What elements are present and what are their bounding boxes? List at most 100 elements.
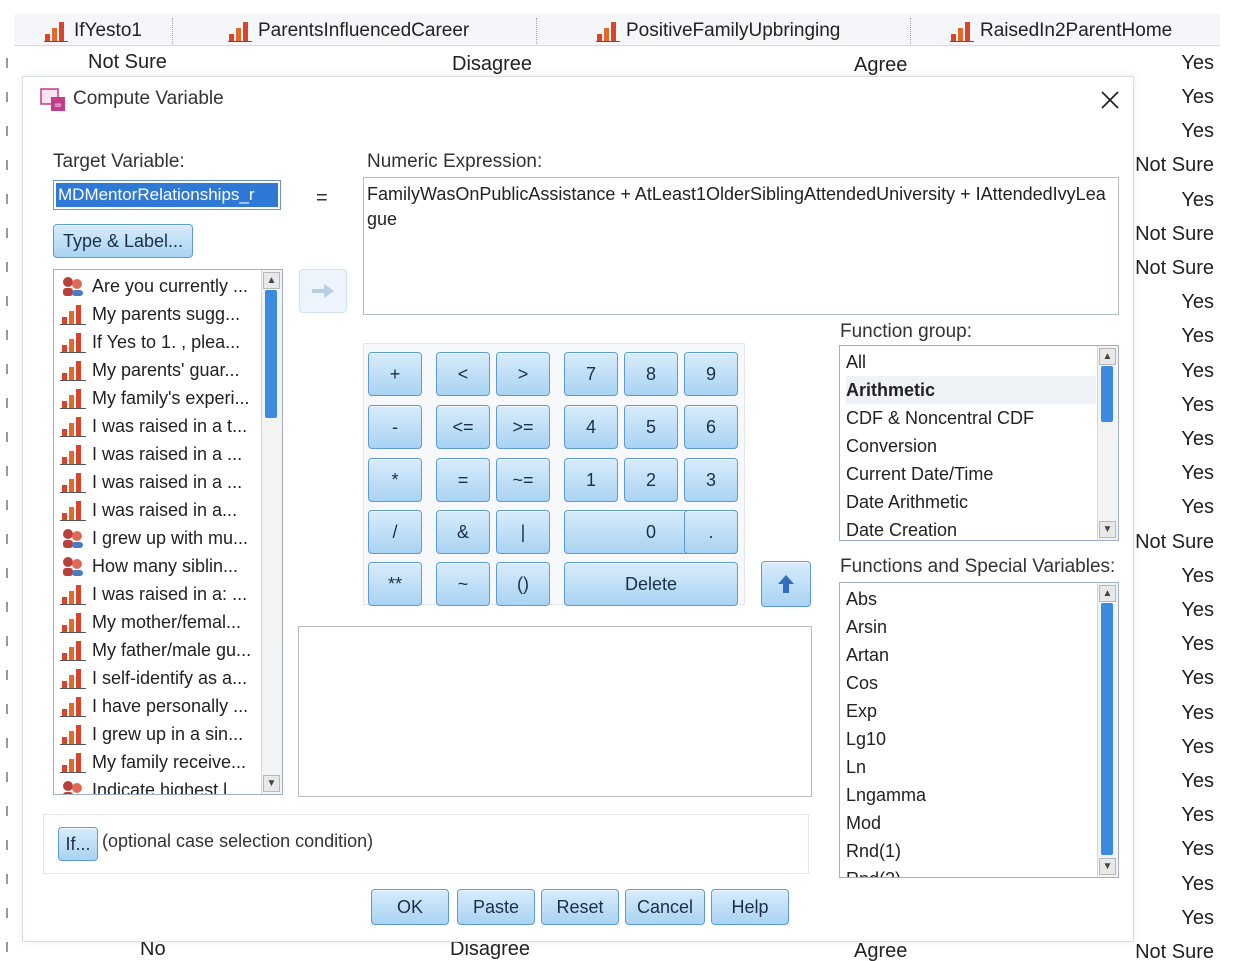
data-cell[interactable]: Agree (854, 54, 907, 77)
numeric-expression-textarea[interactable]: FamilyWasOnPublicAssistance + AtLeast1Ol… (363, 177, 1119, 315)
data-cell[interactable]: Not Sure (1135, 941, 1214, 961)
function-group-item[interactable]: Current Date/Time (846, 460, 1096, 488)
insert-function-button[interactable] (761, 561, 811, 607)
key-not-equal-button[interactable]: ~= (496, 458, 550, 502)
function-item[interactable]: Exp (846, 697, 1096, 725)
data-cell[interactable]: Yes (1181, 325, 1214, 348)
data-cell[interactable]: Yes (1181, 838, 1214, 861)
scroll-up-icon[interactable]: ▲ (1099, 348, 1116, 365)
variable-list-item[interactable]: I was raised in a t... (60, 412, 256, 440)
ok-button[interactable]: OK (371, 889, 449, 925)
variable-list-item[interactable]: I was raised in a ... (60, 468, 256, 496)
variable-list-item[interactable]: If Yes to 1. , plea... (60, 328, 256, 356)
function-group-list[interactable]: All Arithmetic CDF & Noncentral CDF Convers… (839, 345, 1119, 541)
key-power-button[interactable]: ** (368, 562, 422, 606)
variable-list-item[interactable]: I grew up in a sin... (60, 720, 256, 748)
data-cell[interactable]: Yes (1181, 599, 1214, 622)
function-item[interactable]: Arsin (846, 613, 1096, 641)
scroll-down-icon[interactable]: ▼ (1099, 858, 1116, 875)
variable-list-item[interactable]: I was raised in a... (60, 496, 256, 524)
function-group-item[interactable]: CDF & Noncentral CDF (846, 404, 1096, 432)
data-cell[interactable]: Yes (1181, 667, 1214, 690)
data-cell[interactable]: Yes (1181, 189, 1214, 212)
function-item[interactable]: Rnd(1) (846, 837, 1096, 865)
scroll-down-icon[interactable]: ▼ (263, 775, 280, 792)
data-cell[interactable]: Yes (1181, 394, 1214, 417)
variable-list-item[interactable]: I was raised in a ... (60, 440, 256, 468)
function-group-item[interactable]: Arithmetic (846, 376, 1096, 404)
data-cell[interactable]: Yes (1181, 770, 1214, 793)
variable-list-item[interactable]: My family's experi... (60, 384, 256, 412)
function-group-item[interactable]: Conversion (846, 432, 1096, 460)
key-5-button[interactable]: 5 (624, 405, 678, 449)
key-delete-button[interactable]: Delete (564, 562, 738, 606)
data-cell[interactable]: Not Sure (1135, 531, 1214, 554)
function-item[interactable]: Rnd(2) (846, 865, 1096, 878)
data-cell[interactable]: Yes (1181, 462, 1214, 485)
data-cell[interactable]: Yes (1181, 52, 1214, 75)
data-cell[interactable]: Yes (1181, 633, 1214, 656)
scrollbar-thumb[interactable] (1101, 366, 1113, 422)
function-group-item[interactable]: Date Creation (846, 516, 1096, 540)
data-cell[interactable]: Yes (1181, 907, 1214, 930)
data-cell[interactable]: Yes (1181, 360, 1214, 383)
key-4-button[interactable]: 4 (564, 405, 618, 449)
column-divider[interactable] (172, 18, 173, 44)
data-cell[interactable]: Not Sure (1135, 154, 1214, 177)
scroll-down-icon[interactable]: ▼ (1099, 521, 1116, 538)
key-multiply-button[interactable]: * (368, 458, 422, 502)
function-item[interactable]: Abs (846, 585, 1096, 613)
variable-list-item[interactable]: I grew up with mu... (60, 524, 256, 552)
key-decimal-button[interactable]: . (684, 510, 738, 554)
if-button[interactable]: If... (58, 827, 98, 861)
key-and-button[interactable]: & (436, 510, 490, 554)
data-cell[interactable]: Not Sure (88, 51, 167, 74)
function-item[interactable]: Lngamma (846, 781, 1096, 809)
function-group-item[interactable]: All (846, 348, 1096, 376)
variable-list-item[interactable]: My parents' guar... (60, 356, 256, 384)
close-icon[interactable] (1099, 89, 1121, 111)
variable-list-item[interactable]: My mother/femal... (60, 608, 256, 636)
variable-list-item[interactable]: Indicate highest l... (60, 776, 256, 794)
move-variable-button[interactable] (299, 269, 347, 313)
key-not-button[interactable]: ~ (436, 562, 490, 606)
key-equal-button[interactable]: = (436, 458, 490, 502)
data-cell[interactable]: Yes (1181, 873, 1214, 896)
functions-scrollbar[interactable]: ▲ ▼ (1097, 583, 1118, 877)
scroll-up-icon[interactable]: ▲ (1099, 585, 1116, 602)
column-divider[interactable] (910, 18, 911, 44)
column-header[interactable]: IfYesto1 (44, 18, 142, 44)
data-cell[interactable]: Not Sure (1135, 223, 1214, 246)
scrollbar-thumb[interactable] (1101, 603, 1113, 855)
key-parentheses-button[interactable]: () (496, 562, 550, 606)
column-header[interactable]: PositiveFamilyUpbringing (596, 18, 840, 44)
data-cell[interactable]: Yes (1181, 496, 1214, 519)
variable-list-item[interactable]: I was raised in a: ... (60, 580, 256, 608)
variable-list-item[interactable]: My parents sugg... (60, 300, 256, 328)
data-cell[interactable]: Yes (1181, 291, 1214, 314)
data-cell[interactable]: Yes (1181, 565, 1214, 588)
function-item[interactable]: Ln (846, 753, 1096, 781)
function-item[interactable]: Artan (846, 641, 1096, 669)
column-header[interactable]: RaisedIn2ParentHome (950, 18, 1172, 44)
key-greater-than-button[interactable]: > (496, 352, 550, 396)
key-minus-button[interactable]: - (368, 405, 422, 449)
function-item[interactable]: Mod (846, 809, 1096, 837)
column-divider[interactable] (536, 18, 537, 44)
data-cell[interactable]: Yes (1181, 702, 1214, 725)
variable-list-item[interactable]: My father/male gu... (60, 636, 256, 664)
data-cell[interactable]: Yes (1181, 120, 1214, 143)
variable-list-item[interactable]: I have personally ... (60, 692, 256, 720)
key-1-button[interactable]: 1 (564, 458, 618, 502)
scroll-up-icon[interactable]: ▲ (263, 272, 280, 289)
key-plus-button[interactable]: + (368, 352, 422, 396)
data-cell[interactable]: Yes (1181, 804, 1214, 827)
data-cell[interactable]: Yes (1181, 86, 1214, 109)
key-2-button[interactable]: 2 (624, 458, 678, 502)
source-variable-list[interactable]: Are you currently ... My parents sugg... … (53, 269, 283, 795)
function-group-scrollbar[interactable]: ▲ ▼ (1097, 346, 1118, 540)
functions-list[interactable]: Abs Arsin Artan Cos Exp Lg10 Ln Lngamma Mod Rnd(1… (839, 582, 1119, 878)
key-greater-equal-button[interactable]: >= (496, 405, 550, 449)
data-cell[interactable]: Yes (1181, 736, 1214, 759)
key-less-than-button[interactable]: < (436, 352, 490, 396)
